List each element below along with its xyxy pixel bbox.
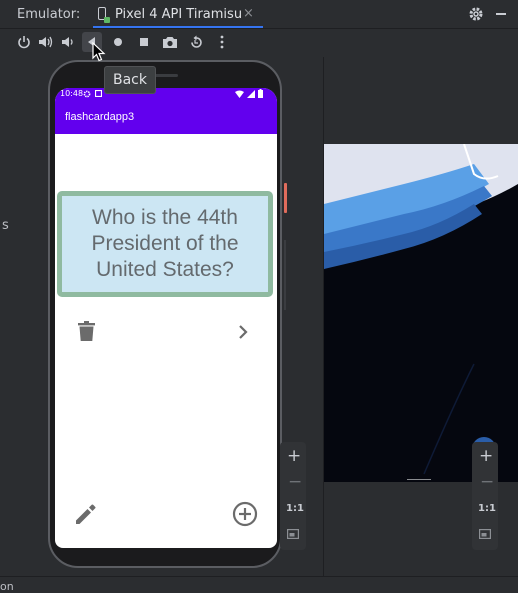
settings-status-icon [83,90,91,98]
device-tab-label[interactable]: Pixel 4 API Tiramisu [115,7,242,22]
zoom-actual-size-button[interactable]: 1:1 [286,503,304,514]
notification-status-icon [95,90,102,97]
zoom-controls-device: + − 1:1 [280,442,306,550]
wifi-status-icon [235,90,244,98]
zoom-out-button[interactable]: − [288,472,302,492]
app-title: flashcardapp3 [65,111,135,123]
zoom-in-button[interactable]: + [287,446,301,466]
fit-screen-icon-secondary[interactable] [479,529,491,539]
status-time: 10:48 [60,89,84,98]
camera-icon[interactable] [160,32,180,52]
phone-volume-rocker[interactable] [284,240,286,310]
rotate-icon[interactable] [186,32,206,52]
flashcard[interactable]: Who is the 44th President of the United … [57,191,273,297]
secondary-home-bar [407,479,431,480]
zoom-actual-size-button-secondary[interactable]: 1:1 [478,503,496,514]
zoom-in-button-secondary[interactable]: + [479,446,493,466]
android-status-bar: 10:48 [55,88,277,99]
device-screen[interactable]: 10:48 Who is the 44th President of the U… [55,88,277,548]
device-running-indicator-icon [104,17,110,23]
volume-up-icon[interactable] [36,32,56,52]
phone-power-button[interactable] [284,183,287,213]
tab-close-icon[interactable]: × [243,6,254,21]
fit-screen-icon[interactable] [287,529,299,539]
gear-icon[interactable] [468,6,484,26]
chevron-right-icon[interactable] [238,324,248,343]
left-panel-fragment: s [2,218,9,233]
battery-status-icon [258,89,263,98]
power-icon[interactable] [14,32,34,52]
mouse-cursor-icon [92,41,106,66]
pencil-icon[interactable] [74,502,98,530]
add-card-icon[interactable] [232,501,258,531]
trash-icon[interactable] [78,321,95,345]
volume-down-icon[interactable] [58,32,78,52]
minimize-icon[interactable] [496,13,506,15]
zoom-controls-secondary: + − 1:1 [472,442,498,550]
back-tooltip: Back [104,66,156,94]
home-button-icon[interactable] [108,32,128,52]
active-tab-indicator [93,26,263,28]
overview-button-icon[interactable] [134,32,154,52]
more-options-icon[interactable] [212,32,232,52]
signal-status-icon [247,90,255,98]
bottom-bar-fragment: on [0,580,14,593]
flashcard-question: Who is the 44th President of the United … [91,206,239,281]
bottom-status-bar [0,576,518,591]
emulator-title: Emulator: [17,7,81,22]
zoom-out-button-secondary[interactable]: − [480,472,494,492]
device-wallpaper-preview [324,144,518,482]
